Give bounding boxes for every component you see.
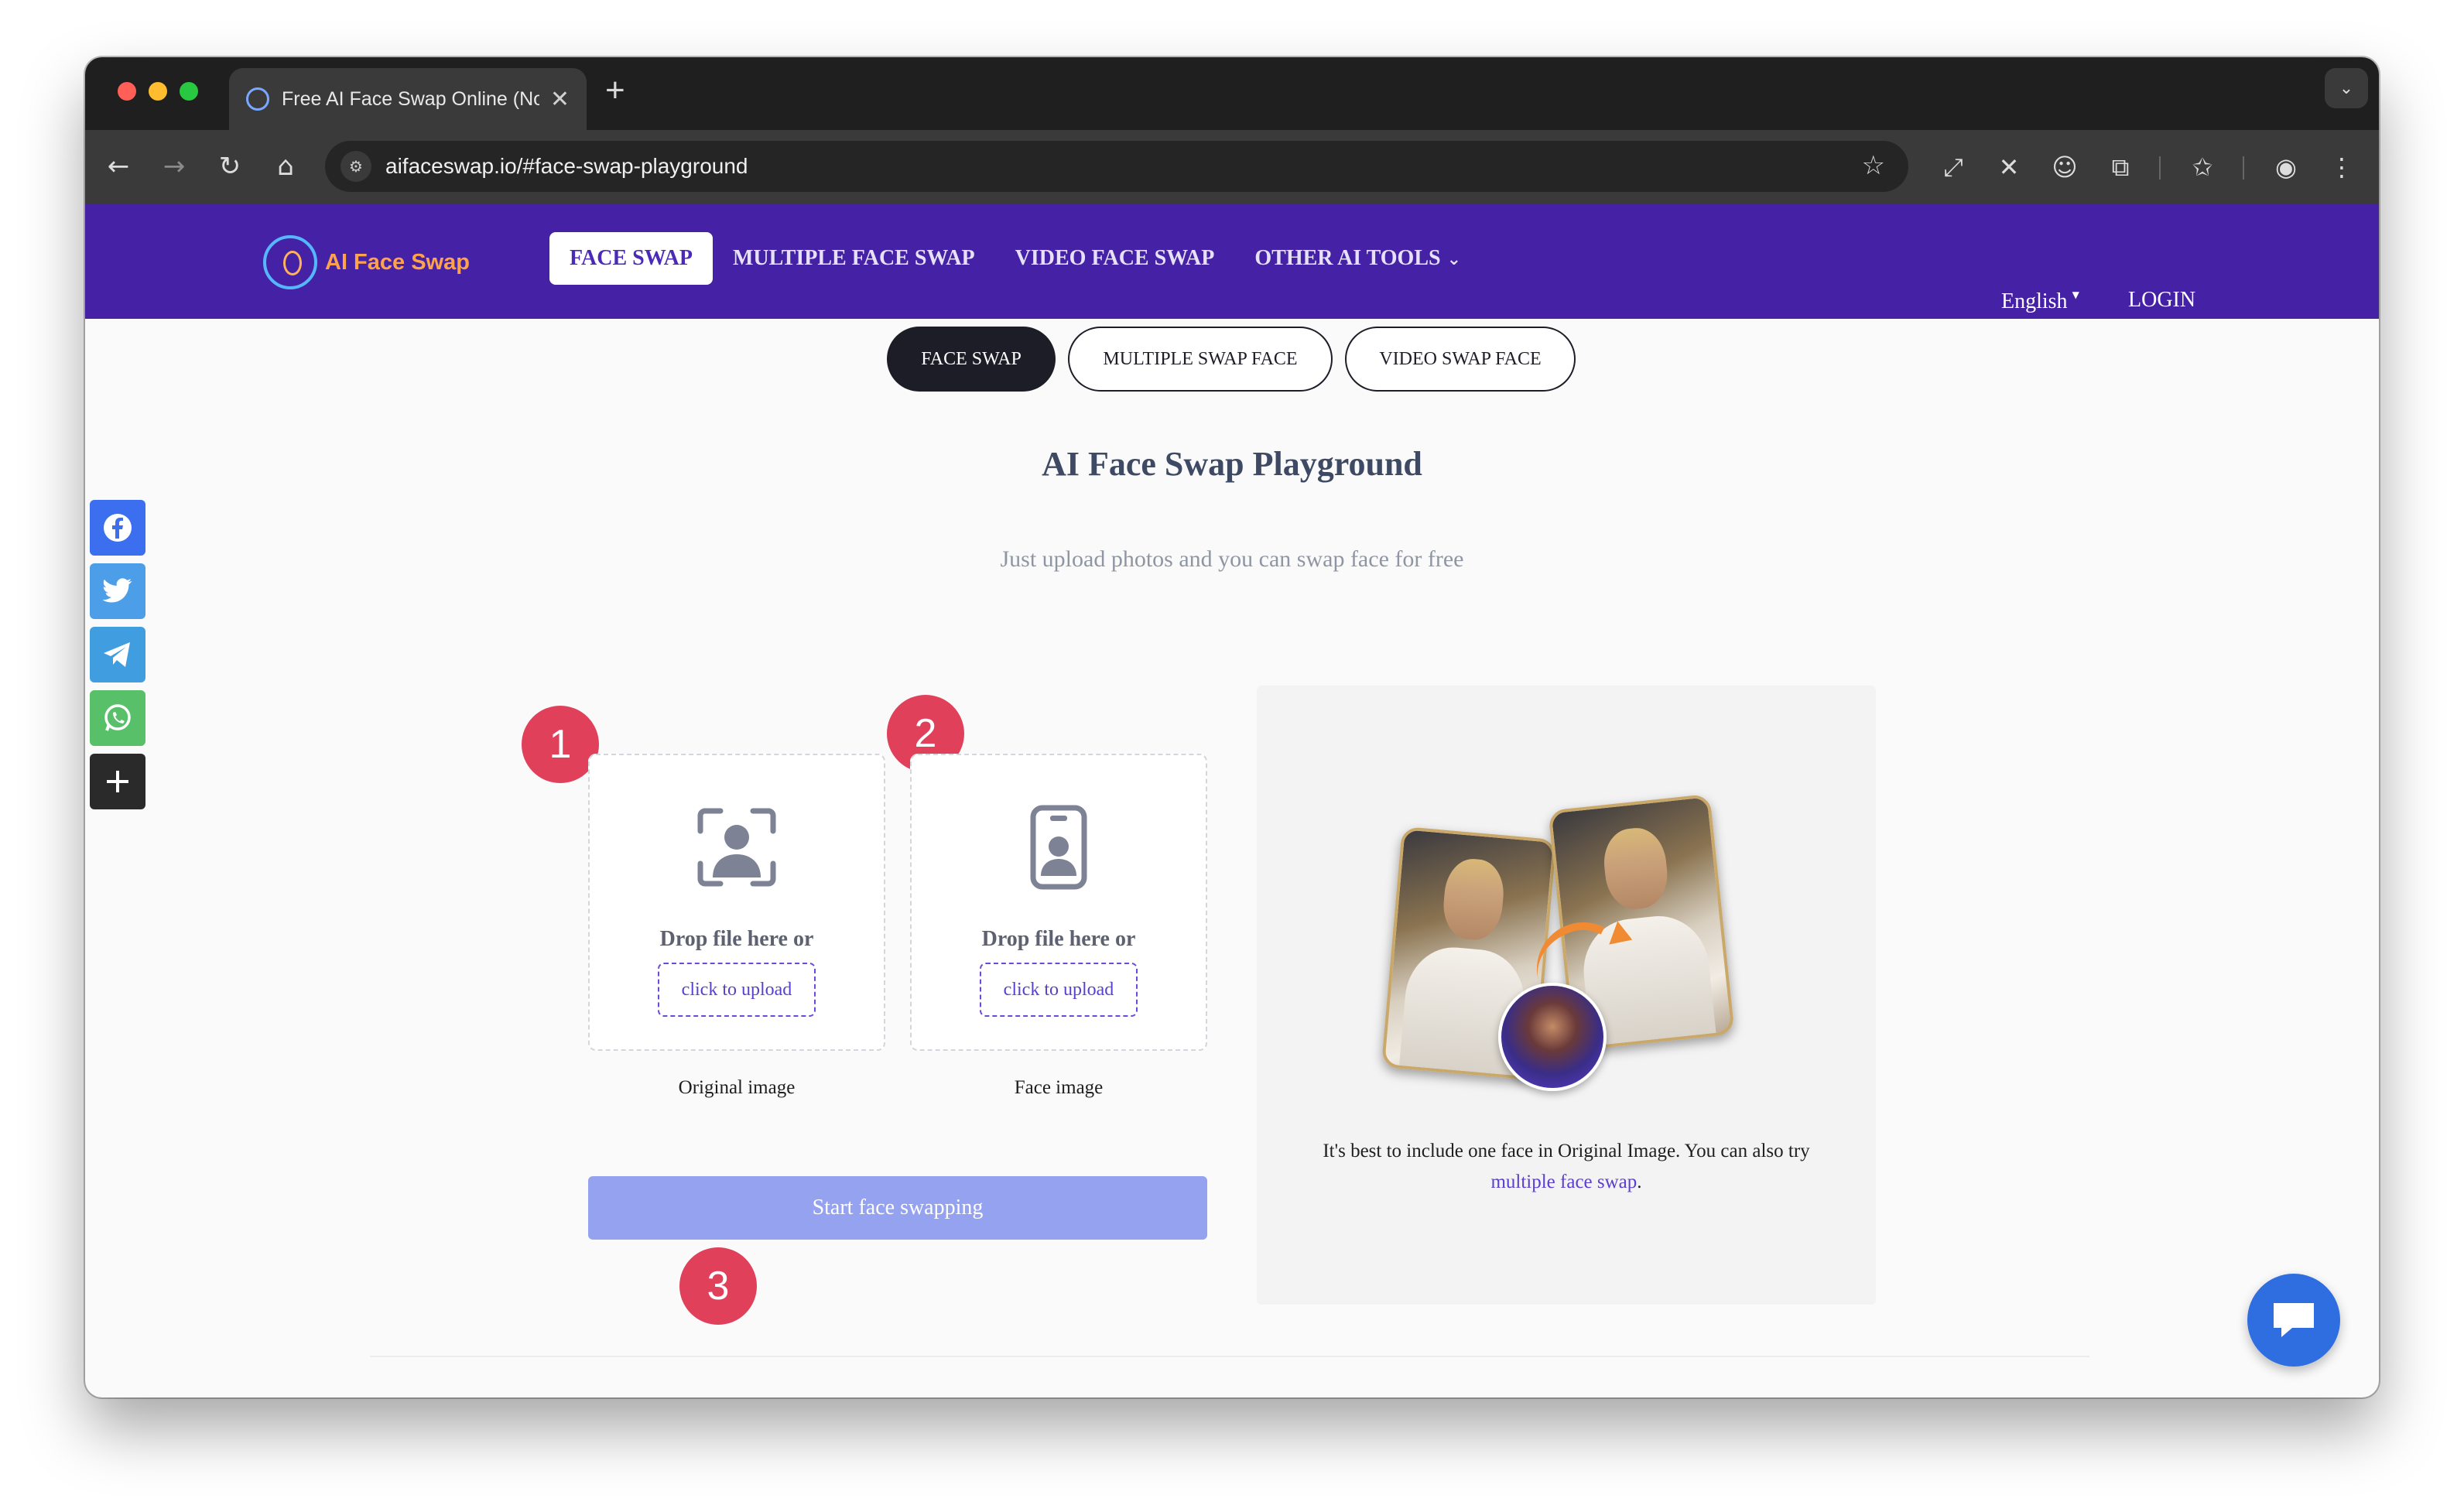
original-image-dropzone[interactable]: Drop file here or click to upload bbox=[588, 754, 885, 1051]
toolbar-divider bbox=[2243, 156, 2244, 180]
drop-instruction: Drop file here or bbox=[659, 927, 814, 951]
tab-face-swap[interactable]: FACE SWAP bbox=[887, 327, 1056, 392]
plus-icon bbox=[107, 771, 128, 792]
tab-search-chevron-icon[interactable]: ⌄ bbox=[2325, 68, 2368, 108]
language-label: English bbox=[2001, 289, 2068, 313]
id-badge-icon bbox=[912, 805, 1206, 890]
original-image-caption: Original image bbox=[678, 1077, 796, 1098]
browser-toolbar: ← → ↻ ⌂ ⚙ aifaceswap.io/#face-swap-playg… bbox=[85, 130, 2379, 204]
step-badge-3: 3 bbox=[679, 1247, 757, 1325]
main-nav: FACE SWAP MULTIPLE FACE SWAP VIDEO FACE … bbox=[549, 232, 1481, 285]
browser-window: Free AI Face Swap Online (No ✕ + ⌄ ← → ↻… bbox=[85, 57, 2379, 1397]
upload-face-button[interactable]: click to upload bbox=[980, 963, 1138, 1017]
lightbulb-logo-icon bbox=[263, 235, 317, 289]
example-face-thumbnail bbox=[1498, 983, 1607, 1091]
tab-title: Free AI Face Swap Online (No bbox=[282, 87, 539, 110]
tip-end: . bbox=[1637, 1172, 1642, 1192]
profile-avatar-icon[interactable]: ◉ bbox=[2267, 149, 2305, 186]
minimize-window-button[interactable] bbox=[149, 82, 167, 101]
section-divider bbox=[370, 1356, 2089, 1357]
tip-text: It's best to include one face in Origina… bbox=[1323, 1141, 1810, 1161]
facebook-share-button[interactable] bbox=[90, 500, 145, 556]
caret-down-icon: ▼ bbox=[2072, 289, 2079, 300]
nav-video-face-swap[interactable]: VIDEO FACE SWAP bbox=[995, 232, 1235, 285]
tip-note: It's best to include one face in Origina… bbox=[1257, 1136, 1876, 1198]
site-logo[interactable]: AI Face Swap bbox=[263, 235, 470, 289]
twitter-share-button[interactable] bbox=[90, 563, 145, 619]
face-image-dropzone[interactable]: Drop file here or click to upload bbox=[910, 754, 1207, 1051]
multiple-face-swap-link[interactable]: multiple face swap bbox=[1490, 1172, 1637, 1192]
face-image-caption: Face image bbox=[1014, 1077, 1104, 1098]
logo-text: AI Face Swap bbox=[325, 249, 470, 275]
extension-face-icon[interactable]: ☺ bbox=[2046, 149, 2083, 186]
bookmark-star-icon[interactable]: ☆ bbox=[1862, 150, 1885, 181]
tab-strip: Free AI Face Swap Online (No ✕ + ⌄ bbox=[85, 57, 2379, 130]
upload-original-button[interactable]: click to upload bbox=[658, 963, 816, 1017]
telegram-share-button[interactable] bbox=[90, 627, 145, 682]
close-window-button[interactable] bbox=[118, 82, 136, 101]
address-bar[interactable]: ⚙ aifaceswap.io/#face-swap-playground ☆ bbox=[325, 141, 1908, 192]
url-text: aifaceswap.io/#face-swap-playground bbox=[385, 154, 748, 178]
whatsapp-share-button[interactable] bbox=[90, 690, 145, 746]
drop-instruction: Drop file here or bbox=[981, 927, 1136, 951]
nav-face-swap[interactable]: FACE SWAP bbox=[549, 232, 713, 285]
start-face-swapping-button[interactable]: Start face swapping bbox=[588, 1176, 1207, 1240]
extensions-puzzle-icon[interactable]: ⧉ bbox=[2102, 149, 2139, 186]
telegram-icon bbox=[104, 642, 130, 667]
site-favicon-icon bbox=[246, 87, 269, 111]
browser-tab[interactable]: Free AI Face Swap Online (No ✕ bbox=[229, 68, 587, 130]
login-link[interactable]: LOGIN bbox=[2128, 288, 2195, 313]
browser-menu-icon[interactable]: ⋮ bbox=[2323, 149, 2360, 186]
language-selector[interactable]: English ▼ bbox=[2001, 289, 2079, 314]
mode-tabs: FACE SWAP MULTIPLE SWAP FACE VIDEO SWAP … bbox=[887, 327, 1576, 392]
tab-multiple-swap-face[interactable]: MULTIPLE SWAP FACE bbox=[1068, 327, 1333, 392]
face-scan-icon bbox=[590, 805, 884, 890]
fullscreen-icon[interactable]: ⤢ bbox=[1935, 149, 1972, 186]
chat-support-button[interactable] bbox=[2247, 1274, 2340, 1367]
site-info-icon[interactable]: ⚙ bbox=[341, 151, 371, 182]
step-badge-1: 1 bbox=[522, 706, 599, 783]
tab-video-swap-face[interactable]: VIDEO SWAP FACE bbox=[1345, 327, 1576, 392]
home-icon[interactable]: ⌂ bbox=[266, 147, 305, 186]
nav-other-ai-tools-label: OTHER AI TOOLS bbox=[1254, 246, 1441, 270]
chevron-down-icon: ⌄ bbox=[1446, 250, 1462, 269]
maximize-window-button[interactable] bbox=[180, 82, 198, 101]
nav-other-ai-tools[interactable]: OTHER AI TOOLS ⌄ bbox=[1234, 232, 1481, 285]
new-tab-button[interactable]: + bbox=[605, 71, 625, 110]
extension-mask-icon[interactable]: ✕ bbox=[1990, 149, 2028, 186]
nav-multiple-face-swap[interactable]: MULTIPLE FACE SWAP bbox=[713, 232, 995, 285]
facebook-icon bbox=[104, 514, 132, 542]
forward-arrow-icon[interactable]: → bbox=[155, 147, 193, 186]
back-arrow-icon[interactable]: ← bbox=[99, 147, 138, 186]
twitter-icon bbox=[102, 578, 132, 603]
toolbar-divider bbox=[2159, 156, 2161, 180]
page-subtitle: Just upload photos and you can swap face… bbox=[1000, 546, 1464, 572]
chat-bubble-icon bbox=[2274, 1303, 2314, 1337]
more-share-button[interactable] bbox=[90, 754, 145, 809]
reload-icon[interactable]: ↻ bbox=[210, 147, 249, 186]
tab-close-icon[interactable]: ✕ bbox=[550, 86, 570, 113]
whatsapp-icon bbox=[104, 704, 131, 731]
page-title: AI Face Swap Playground bbox=[1042, 445, 1422, 483]
reading-list-star-icon[interactable]: ✩ bbox=[2184, 149, 2221, 186]
